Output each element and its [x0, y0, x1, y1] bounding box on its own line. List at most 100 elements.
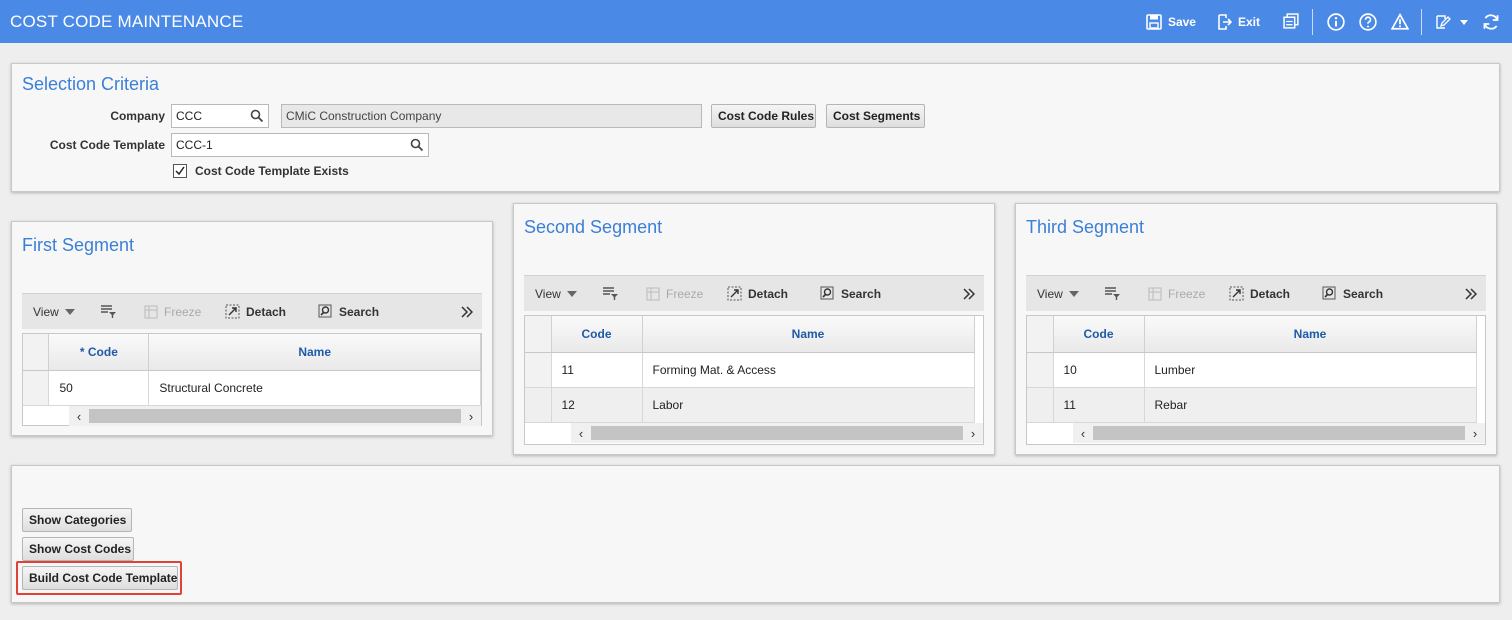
scroll-track[interactable] — [89, 409, 461, 423]
table-row[interactable]: 11 Rebar — [1027, 387, 1477, 423]
row-header-cell[interactable] — [525, 352, 552, 388]
table-row[interactable]: 11 Forming Mat. & Access — [525, 352, 975, 388]
show-categories-button[interactable]: Show Categories — [22, 508, 132, 532]
double-chevron-right-icon — [963, 287, 975, 300]
freeze-button[interactable]: Freeze — [1148, 287, 1205, 301]
selection-criteria-panel: Selection Criteria Company Cost Code Rul… — [11, 63, 1500, 192]
show-cost-codes-button[interactable]: Show Cost Codes — [22, 537, 134, 561]
more-tools-button[interactable] — [1465, 287, 1477, 300]
scroll-left-icon[interactable]: ‹ — [69, 409, 89, 424]
scroll-left-icon[interactable]: ‹ — [1073, 426, 1093, 441]
help-icon — [1359, 12, 1377, 31]
scroll-left-icon[interactable]: ‹ — [571, 426, 591, 441]
more-tools-button[interactable] — [461, 305, 473, 318]
template-exists-checkbox[interactable] — [173, 164, 187, 178]
print-icon — [1282, 13, 1299, 29]
search-label: Search — [841, 286, 882, 301]
third-segment-grid: Code Name 10 Lumber 11 Rebar ‹ › — [1026, 315, 1486, 445]
scroll-track[interactable] — [1093, 426, 1465, 440]
save-button[interactable]: Save — [1146, 13, 1196, 30]
search-icon — [820, 286, 834, 300]
row-header-cell[interactable] — [1027, 387, 1054, 423]
name-cell[interactable]: Labor — [642, 387, 975, 423]
actions-panel: Show Categories Show Cost Codes Build Co… — [11, 465, 1500, 603]
scroll-right-icon[interactable]: › — [1465, 426, 1485, 441]
column-header-name[interactable]: Name — [1144, 316, 1477, 353]
first-segment-title: First Segment — [22, 235, 135, 255]
header-actions: Save Exit — [1146, 0, 1512, 43]
query-filter-button[interactable] — [1104, 286, 1121, 301]
detach-button[interactable]: Detach — [1229, 286, 1290, 301]
search-button[interactable]: Search — [1322, 286, 1383, 301]
save-label: Save — [1167, 14, 1196, 29]
code-cell[interactable]: 11 — [551, 352, 643, 388]
help-button[interactable] — [1357, 11, 1379, 33]
query-filter-button[interactable] — [602, 286, 619, 301]
row-header-cell[interactable] — [1027, 352, 1054, 388]
code-cell[interactable]: 12 — [551, 387, 643, 423]
search-icon[interactable] — [410, 138, 424, 152]
horizontal-scrollbar[interactable]: ‹ › — [571, 423, 983, 443]
print-button[interactable] — [1280, 11, 1302, 33]
scroll-right-icon[interactable]: › — [461, 409, 481, 424]
cost-code-rules-button[interactable]: Cost Code Rules — [711, 104, 816, 128]
view-menu[interactable]: View — [1037, 287, 1079, 301]
table-header-row: Code Name — [525, 316, 975, 353]
code-cell[interactable]: 50 — [48, 370, 150, 406]
freeze-button[interactable]: Freeze — [144, 305, 201, 319]
scroll-right-icon[interactable]: › — [963, 426, 983, 441]
view-menu[interactable]: View — [33, 305, 75, 319]
view-menu[interactable]: View — [535, 287, 577, 301]
column-header-name[interactable]: Name — [642, 316, 975, 353]
table-header-row: Code Name — [1027, 316, 1477, 353]
row-header-cell — [23, 334, 50, 371]
search-button[interactable]: Search — [820, 286, 881, 301]
edit-menu-button[interactable] — [1434, 11, 1470, 33]
table-row[interactable]: 50 Structural Concrete — [23, 370, 481, 406]
name-cell[interactable]: Forming Mat. & Access — [642, 352, 975, 388]
info-button[interactable] — [1325, 11, 1347, 33]
freeze-label: Freeze — [1168, 286, 1206, 301]
cost-segments-button[interactable]: Cost Segments — [826, 104, 925, 128]
cost-code-template-input[interactable] — [171, 133, 429, 157]
double-chevron-right-icon — [1465, 287, 1477, 300]
filter-icon — [603, 287, 618, 300]
name-cell[interactable]: Lumber — [1144, 352, 1477, 388]
table-row[interactable]: 10 Lumber — [1027, 352, 1477, 388]
view-label: View — [33, 304, 59, 319]
column-header-code[interactable]: * Code — [48, 334, 150, 371]
exit-button[interactable]: Exit — [1216, 13, 1260, 30]
third-segment-panel: Third Segment View Freeze Detach Search — [1015, 203, 1497, 455]
column-header-name[interactable]: Name — [148, 334, 481, 371]
second-segment-grid: Code Name 11 Forming Mat. & Access 12 La… — [524, 315, 984, 445]
warning-button[interactable] — [1389, 11, 1411, 33]
scroll-thumb[interactable] — [89, 409, 461, 423]
code-cell[interactable]: 11 — [1053, 387, 1145, 423]
scroll-thumb[interactable] — [1093, 426, 1465, 440]
column-header-code[interactable]: Code — [1053, 316, 1145, 353]
name-cell[interactable]: Structural Concrete — [148, 370, 481, 406]
search-icon[interactable] — [250, 109, 264, 123]
page-title: COST CODE MAINTENANCE — [10, 11, 244, 31]
scroll-track[interactable] — [591, 426, 963, 440]
template-exists-label: Cost Code Template Exists — [195, 164, 349, 178]
code-cell[interactable]: 10 — [1053, 352, 1145, 388]
table-row[interactable]: 12 Labor — [525, 387, 975, 423]
row-header-cell — [1027, 316, 1054, 353]
row-header-cell[interactable] — [525, 387, 552, 423]
column-header-code[interactable]: Code — [551, 316, 643, 353]
detach-button[interactable]: Detach — [225, 304, 286, 319]
row-header-cell[interactable] — [23, 370, 50, 406]
scroll-thumb[interactable] — [591, 426, 963, 440]
horizontal-scrollbar[interactable]: ‹ › — [69, 406, 481, 426]
freeze-label: Freeze — [164, 304, 202, 319]
highlight-box — [16, 561, 182, 595]
name-cell[interactable]: Rebar — [1144, 387, 1477, 423]
freeze-button[interactable]: Freeze — [646, 287, 703, 301]
detach-button[interactable]: Detach — [727, 286, 788, 301]
horizontal-scrollbar[interactable]: ‹ › — [1073, 423, 1485, 443]
query-filter-button[interactable] — [100, 304, 117, 319]
search-button[interactable]: Search — [318, 304, 379, 319]
refresh-button[interactable] — [1480, 11, 1502, 33]
more-tools-button[interactable] — [963, 287, 975, 300]
